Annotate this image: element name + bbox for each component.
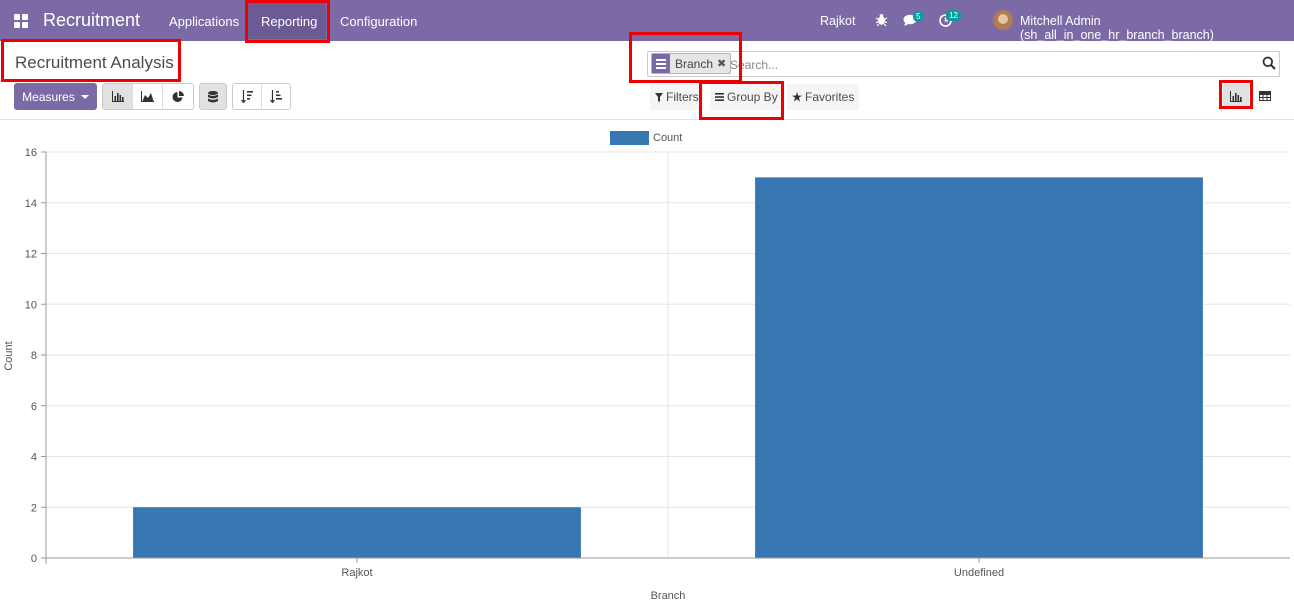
graph-view: 0 2 4 6 8 10 12 14 16 Rajkot Undefined Count Coun… <box>0 120 1294 607</box>
sort-descending-icon <box>241 90 253 103</box>
x-tick-label: Rajkot <box>341 567 372 579</box>
measures-label: Measures <box>22 89 75 104</box>
x-axis: Rajkot Undefined <box>46 557 1290 579</box>
company-switcher[interactable]: Rajkot <box>820 14 855 28</box>
database-icon <box>208 90 218 102</box>
favorites-button[interactable]: Favorites <box>787 84 860 110</box>
y-tick-label: 10 <box>25 299 37 311</box>
y-tick-label: 12 <box>25 249 37 261</box>
search-input[interactable] <box>730 58 1250 72</box>
y-tick-label: 8 <box>31 350 37 362</box>
menu-reporting[interactable]: Reporting <box>261 14 317 29</box>
caret-down-icon <box>80 94 89 99</box>
sort-descending-button[interactable] <box>233 84 262 109</box>
bar-chart-icon <box>1230 90 1242 102</box>
list-icon <box>715 93 724 101</box>
group-by-button[interactable]: Group By <box>710 84 783 110</box>
page-title: Recruitment Analysis <box>15 53 174 72</box>
bar-undefined[interactable] <box>755 177 1203 558</box>
messages-badge: 5 <box>913 11 924 22</box>
facet-remove-icon[interactable]: ✖ <box>717 54 730 73</box>
x-tick-label: Undefined <box>954 567 1004 579</box>
x-axis-label: Branch <box>651 590 686 602</box>
group-by-icon <box>652 54 670 73</box>
y-axis-label: Count <box>3 341 15 370</box>
activities-badge: 12 <box>946 10 961 21</box>
y-tick-label: 0 <box>31 553 37 565</box>
search-icon[interactable] <box>1262 56 1276 70</box>
measures-button[interactable]: Measures <box>14 83 97 110</box>
apps-grid-icon[interactable] <box>14 14 28 28</box>
y-tick-label: 6 <box>31 401 37 413</box>
top-navbar: Recruitment Applications Reporting Confi… <box>0 0 1294 42</box>
sort-ascending-button[interactable] <box>262 84 290 109</box>
bar-rajkot[interactable] <box>133 507 581 558</box>
favorites-label: Favorites <box>805 90 855 104</box>
table-icon <box>1259 91 1271 101</box>
pivot-view-button[interactable] <box>1252 84 1278 108</box>
bug-icon[interactable] <box>875 13 888 26</box>
bar-chart-button[interactable] <box>103 84 133 109</box>
bar-chart: 0 2 4 6 8 10 12 14 16 Rajkot Undefined Count Coun… <box>3 131 1290 602</box>
y-tick-label: 16 <box>25 147 37 159</box>
line-chart-button[interactable] <box>133 84 163 109</box>
pie-chart-button[interactable] <box>163 84 193 109</box>
filters-button[interactable]: Filters <box>650 84 704 110</box>
y-tick-label: 14 <box>25 198 37 210</box>
chart-type-group <box>102 83 194 110</box>
stacked-group <box>199 83 227 110</box>
y-axis: 0 2 4 6 8 10 12 14 16 <box>25 147 47 565</box>
group-by-label: Group By <box>727 90 778 104</box>
bar-chart-icon <box>111 91 124 102</box>
sort-group <box>232 83 291 110</box>
area-chart-icon <box>141 91 154 102</box>
sort-ascending-icon <box>270 90 282 103</box>
graph-view-button[interactable] <box>1223 84 1249 108</box>
app-brand[interactable]: Recruitment <box>43 10 140 31</box>
star-icon <box>792 92 802 102</box>
y-tick-label: 2 <box>31 502 37 514</box>
menu-configuration[interactable]: Configuration <box>340 14 417 29</box>
menu-applications[interactable]: Applications <box>169 14 239 29</box>
user-avatar[interactable] <box>993 10 1013 30</box>
facet-label: Branch <box>675 57 714 71</box>
legend-label[interactable]: Count <box>653 132 682 144</box>
filters-label: Filters <box>666 90 699 104</box>
y-tick-label: 4 <box>31 452 37 464</box>
pie-chart-icon <box>172 90 184 102</box>
chart-legend[interactable]: Count <box>610 131 682 145</box>
stacked-button[interactable] <box>200 84 226 109</box>
search-facet-branch: Branch ✖ <box>651 53 732 74</box>
filter-icon <box>655 92 663 102</box>
legend-swatch[interactable] <box>610 131 649 145</box>
user-menu[interactable]: Mitchell Admin (sh_all_in_one_hr_branch_… <box>1020 14 1294 42</box>
